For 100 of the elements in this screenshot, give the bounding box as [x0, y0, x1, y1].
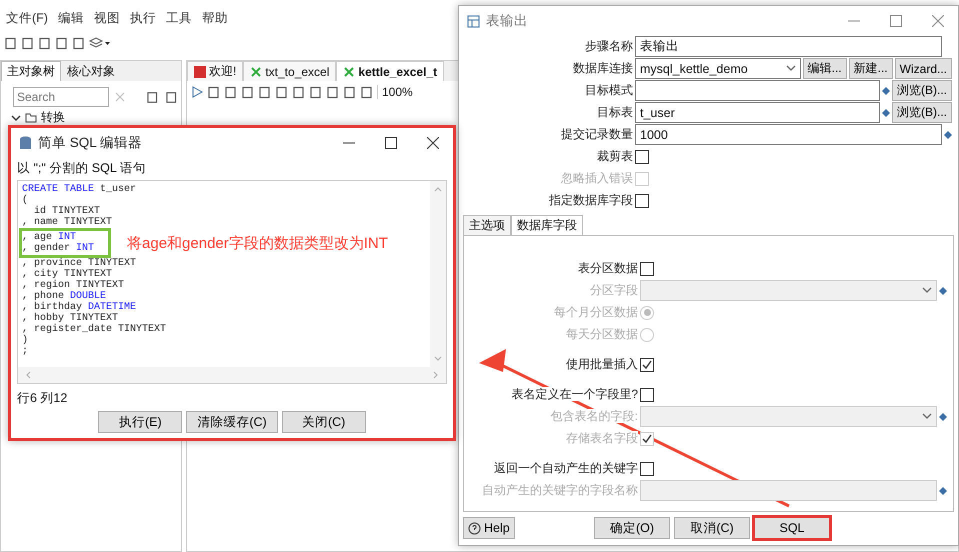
code-line: , city TINYTEXT [22, 269, 114, 280]
field-label: 目标表 [597, 105, 633, 119]
checkbox-label: 忽略插入错误 [561, 171, 633, 185]
code-line: ; [22, 346, 30, 357]
checkbox-label: 裁剪表 [597, 149, 633, 163]
transform-icon [250, 66, 262, 78]
dropdown-icon[interactable] [922, 287, 932, 294]
field-label: 目标模式 [585, 83, 633, 97]
checkbox-label: 表名定义在一个字段里? [511, 387, 638, 401]
text-field[interactable] [640, 480, 937, 501]
field-label: 步骤名称 [585, 39, 633, 53]
checkbox[interactable] [640, 262, 654, 276]
checkbox[interactable] [640, 388, 654, 402]
panel-tab[interactable]: 主对象树 [1, 61, 61, 81]
variable-icon [939, 412, 947, 420]
code-line: id TINYTEXT [33, 206, 102, 217]
browse-button[interactable]: 浏览(B)... [892, 102, 952, 123]
help-button[interactable]: Help [463, 517, 515, 539]
dialog-tab[interactable]: 主选项 [463, 215, 511, 235]
checkmark-icon [641, 358, 653, 370]
connection-button[interactable]: 编辑... [802, 58, 847, 79]
radio-label: 每个月分区数据 [554, 305, 638, 319]
variable-icon [882, 108, 890, 116]
connection-button[interactable]: 新建... [848, 58, 893, 79]
menu-item[interactable]: 执行 [130, 10, 156, 28]
editor-button[interactable]: 关闭(C) [282, 411, 366, 433]
folder-icon [25, 112, 37, 122]
dropdown-icon[interactable] [922, 413, 932, 420]
code-line: , register_date TINYTEXT [22, 324, 168, 335]
code-line: ) [22, 335, 30, 346]
editor-tab[interactable]: kettle_excel_t [336, 61, 444, 81]
text-field[interactable]: 1000 [635, 124, 942, 145]
search-field[interactable]: Search [13, 87, 109, 107]
menu-item[interactable]: 文件(F) [6, 10, 48, 28]
code-line: , name TINYTEXT [22, 217, 114, 228]
checkbox-label: 指定数据库字段 [549, 193, 633, 207]
dialog-button[interactable]: 确定(O) [594, 517, 670, 539]
welcome-icon [194, 66, 206, 78]
cursor-position: 行6 列12 [16, 390, 68, 407]
code-line: CREATE TABLE t_user [22, 184, 138, 195]
play-icon[interactable] [191, 86, 203, 98]
code-line: ( [22, 195, 30, 206]
checkbox-label: 使用批量插入 [566, 357, 638, 371]
text-field[interactable]: 表输出 [635, 36, 942, 57]
checkbox[interactable] [640, 462, 654, 476]
dropdown-icon[interactable] [786, 65, 796, 72]
text-field[interactable]: t_user [635, 102, 880, 123]
checkbox[interactable] [635, 150, 649, 164]
maximize-icon[interactable] [385, 137, 397, 149]
browse-button[interactable]: 浏览(B)... [892, 80, 952, 101]
field-label: 提交记录数量 [561, 127, 633, 141]
combo-box[interactable]: mysql_kettle_demo [635, 58, 801, 79]
menu-item[interactable]: 工具 [166, 10, 192, 28]
code-line: , province TINYTEXT [22, 258, 138, 269]
checkbox-label: 存储表名字段 [566, 431, 638, 445]
editor-button[interactable]: 执行(E) [98, 411, 182, 433]
table-icon [467, 14, 480, 28]
editor-tab[interactable]: 欢迎! [187, 61, 244, 81]
field-label: 分区字段 [590, 283, 638, 297]
checkbox[interactable] [640, 358, 654, 372]
text-field[interactable] [635, 80, 880, 101]
code-line: , birthday DATETIME [22, 302, 138, 313]
menu-item[interactable]: 视图 [94, 10, 120, 28]
zoom-level[interactable]: 100% [377, 85, 413, 99]
editor-hint: 以 ";" 分割的 SQL 语句 [16, 160, 147, 177]
checkmark-icon [641, 432, 653, 444]
code-line: , gender INT [22, 243, 94, 254]
variable-icon [939, 286, 947, 294]
variable-icon [944, 130, 952, 138]
window-title: 简单 SQL 编辑器 [38, 134, 144, 152]
connection-button[interactable]: Wizard... [894, 58, 952, 79]
checkbox[interactable] [635, 194, 649, 208]
editor-button[interactable]: 清除缓存(C) [186, 411, 278, 433]
menu-item[interactable]: 编辑 [58, 10, 84, 28]
code-line: , hobby TINYTEXT [22, 313, 120, 324]
variable-icon [882, 86, 890, 94]
close-icon[interactable] [427, 137, 439, 149]
checkbox-label: 表分区数据 [578, 261, 638, 275]
code-line: , region TINYTEXT [22, 280, 126, 291]
checkbox-label: 返回一个自动产生的关键字 [494, 461, 638, 475]
code-line: , age INT [22, 232, 78, 243]
dialog-tab[interactable]: 数据库字段 [511, 215, 583, 235]
window-title: 表输出 [486, 12, 529, 30]
tree-item[interactable]: 转换 [41, 109, 65, 126]
database-icon [19, 136, 32, 150]
field-label: 数据库连接 [573, 61, 633, 75]
dialog-button[interactable]: SQL [754, 517, 830, 539]
chevron-icon[interactable] [11, 112, 21, 122]
field-label: 自动产生的关键字的字段名称 [482, 483, 638, 497]
variable-icon [939, 486, 947, 494]
layers-icon[interactable] [89, 36, 111, 50]
menu-item[interactable]: 帮助 [202, 10, 228, 28]
radio-dot-icon [644, 309, 650, 316]
radio-label: 每天分区数据 [566, 327, 638, 341]
help-icon [468, 522, 481, 534]
editor-tab[interactable]: txt_to_excel [243, 61, 336, 81]
code-line: , phone DOUBLE [22, 291, 108, 302]
field-label: 包含表名的字段: [550, 409, 638, 423]
dialog-button[interactable]: 取消(C) [674, 517, 750, 539]
transform-icon [343, 66, 356, 78]
